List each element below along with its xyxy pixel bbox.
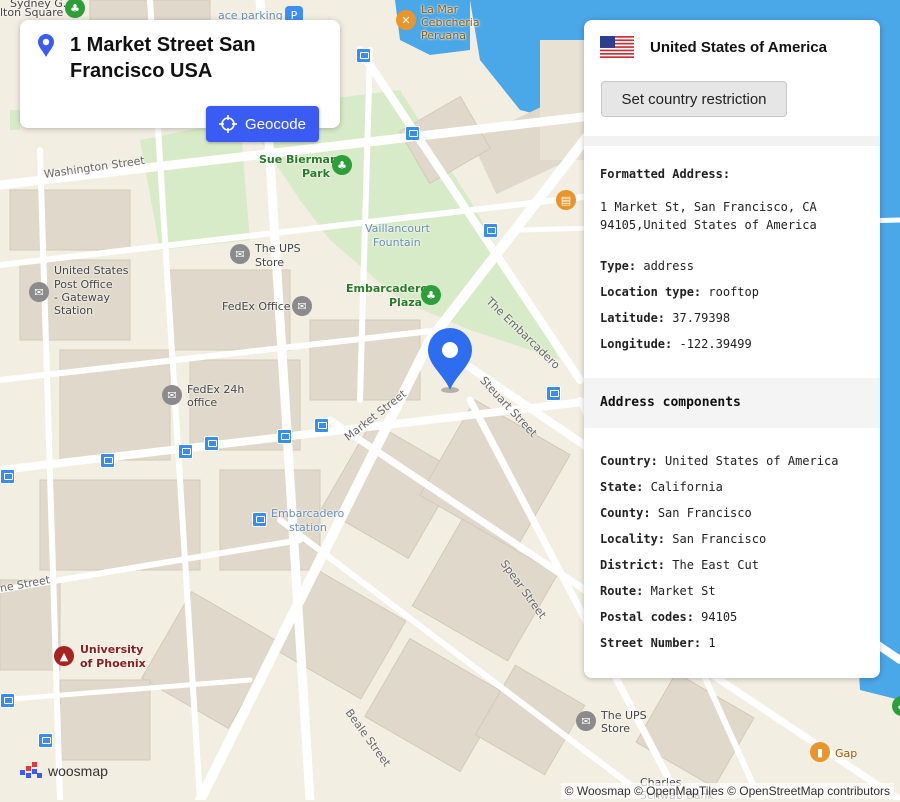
formatted-address-label: Formatted Address:: [600, 167, 731, 181]
longitude-row: Longitude: -122.39499: [600, 337, 752, 351]
place-label-embarcadero-plaza-2: Plaza: [389, 296, 423, 309]
book-icon[interactable]: ▤: [556, 190, 576, 210]
transit-stop-icon[interactable]: [38, 733, 53, 748]
place-label-usps-2: Post Office: [54, 278, 113, 291]
place-label-usps-1: United States: [54, 264, 129, 277]
place-label-usps-4: Station: [54, 304, 94, 317]
woosmap-logo-icon: [20, 762, 42, 778]
geocode-button-label: Geocode: [245, 115, 306, 133]
component-row: Street Number: 1: [600, 636, 716, 650]
address-components-header: Address components: [584, 378, 880, 428]
transit-stop-icon[interactable]: [314, 418, 329, 433]
transit-stop-icon[interactable]: [483, 223, 498, 238]
component-row: Route: Market St: [600, 584, 716, 598]
shop-icon[interactable]: ▮: [810, 742, 830, 762]
component-row: State: California: [600, 480, 723, 494]
section-divider: [584, 136, 880, 146]
place-label-ups-2b: Store: [601, 722, 631, 735]
mail-icon[interactable]: ✉: [230, 244, 250, 264]
location-type-row: Location type: rooftop: [600, 285, 759, 299]
restaurant-icon[interactable]: ✕: [396, 10, 416, 30]
place-label-la-mar-2: Cebicheria: [421, 16, 480, 29]
transit-stop-icon[interactable]: [0, 693, 15, 708]
place-label-fedex: FedEx Office: [222, 300, 291, 313]
component-row: Locality: San Francisco: [600, 532, 767, 546]
transit-stop-icon[interactable]: [0, 469, 15, 484]
component-row: Country: United States of America: [600, 454, 839, 468]
crosshair-icon: [219, 115, 238, 133]
park-icon[interactable]: ♣: [421, 285, 441, 305]
place-label-embarcadero-station-2: station: [289, 521, 327, 534]
transit-stop-icon[interactable]: [100, 453, 115, 468]
place-label-sue-bierman-2: Park: [302, 167, 330, 180]
address-components-title: Address components: [600, 395, 741, 410]
location-marker-icon: [38, 34, 54, 57]
transit-stop-icon[interactable]: [204, 436, 219, 451]
component-row: County: San Francisco: [600, 506, 752, 520]
geocode-button[interactable]: Geocode: [206, 106, 319, 142]
us-flag-icon: [600, 36, 634, 58]
country-row: United States of America: [600, 36, 827, 58]
place-label-embarcadero-station-1: Embarcadero: [271, 507, 345, 520]
place-label-embarcadero-plaza-1: Embarcadero: [346, 282, 428, 295]
mail-icon[interactable]: ✉: [576, 711, 596, 731]
place-label-ups-1: The UPS: [255, 242, 301, 255]
place-label-gap: Gap: [835, 747, 858, 760]
transit-stop-icon[interactable]: [546, 386, 561, 401]
place-label-sue-bierman-1: Sue Bierman: [259, 153, 338, 166]
set-country-restriction-button[interactable]: Set country restriction: [601, 81, 787, 117]
place-label-la-mar-1: La Mar: [421, 3, 459, 16]
mail-icon[interactable]: ✉: [162, 385, 182, 405]
place-label-vaillancourt-2: Fountain: [373, 236, 421, 249]
mail-icon[interactable]: ✉: [292, 296, 312, 316]
transit-stop-icon[interactable]: [178, 444, 193, 459]
component-row: District: The East Cut: [600, 558, 759, 572]
results-panel: United States of America Set country res…: [584, 20, 880, 678]
latitude-row: Latitude: 37.79398: [600, 311, 731, 325]
map-attribution[interactable]: © Woosmap © OpenMapTiles © OpenStreetMap…: [560, 783, 894, 799]
transit-stop-icon[interactable]: [252, 512, 267, 527]
place-label-ups-1b: Store: [255, 256, 285, 269]
university-icon[interactable]: ▲: [54, 646, 74, 666]
transit-stop-icon[interactable]: [405, 126, 420, 141]
place-label-alton: lton Square: [0, 6, 64, 19]
transit-stop-icon[interactable]: [356, 48, 371, 63]
place-label-la-mar-3: Peruana: [421, 29, 466, 42]
park-icon[interactable]: ♣: [332, 155, 352, 175]
type-row: Type: address: [600, 259, 694, 273]
formatted-address-line-1: 1 Market St, San Francisco, CA: [600, 200, 817, 214]
woosmap-logo[interactable]: woosmap: [20, 762, 108, 780]
place-label-usps-3: - Gateway: [54, 291, 111, 304]
place-label-phoenix-1: University: [80, 643, 144, 656]
place-label-fedex24-1: FedEx 24h: [187, 383, 245, 396]
place-label-vaillancourt-1: Vaillancourt: [365, 222, 430, 235]
formatted-address-line-2: 94105,United States of America: [600, 218, 817, 232]
component-row: Postal codes: 94105: [600, 610, 738, 624]
transit-stop-icon[interactable]: [277, 429, 292, 444]
country-name: United States of America: [650, 38, 827, 56]
woosmap-logo-text: woosmap: [48, 763, 108, 779]
place-label-phoenix-2: of Phoenix: [80, 657, 146, 670]
place-label-fedex24-2: office: [187, 396, 218, 409]
search-query-text[interactable]: 1 Market Street San Francisco USA: [70, 32, 325, 84]
mail-icon[interactable]: ✉: [29, 282, 49, 302]
place-label-ups-2: The UPS: [601, 709, 647, 722]
